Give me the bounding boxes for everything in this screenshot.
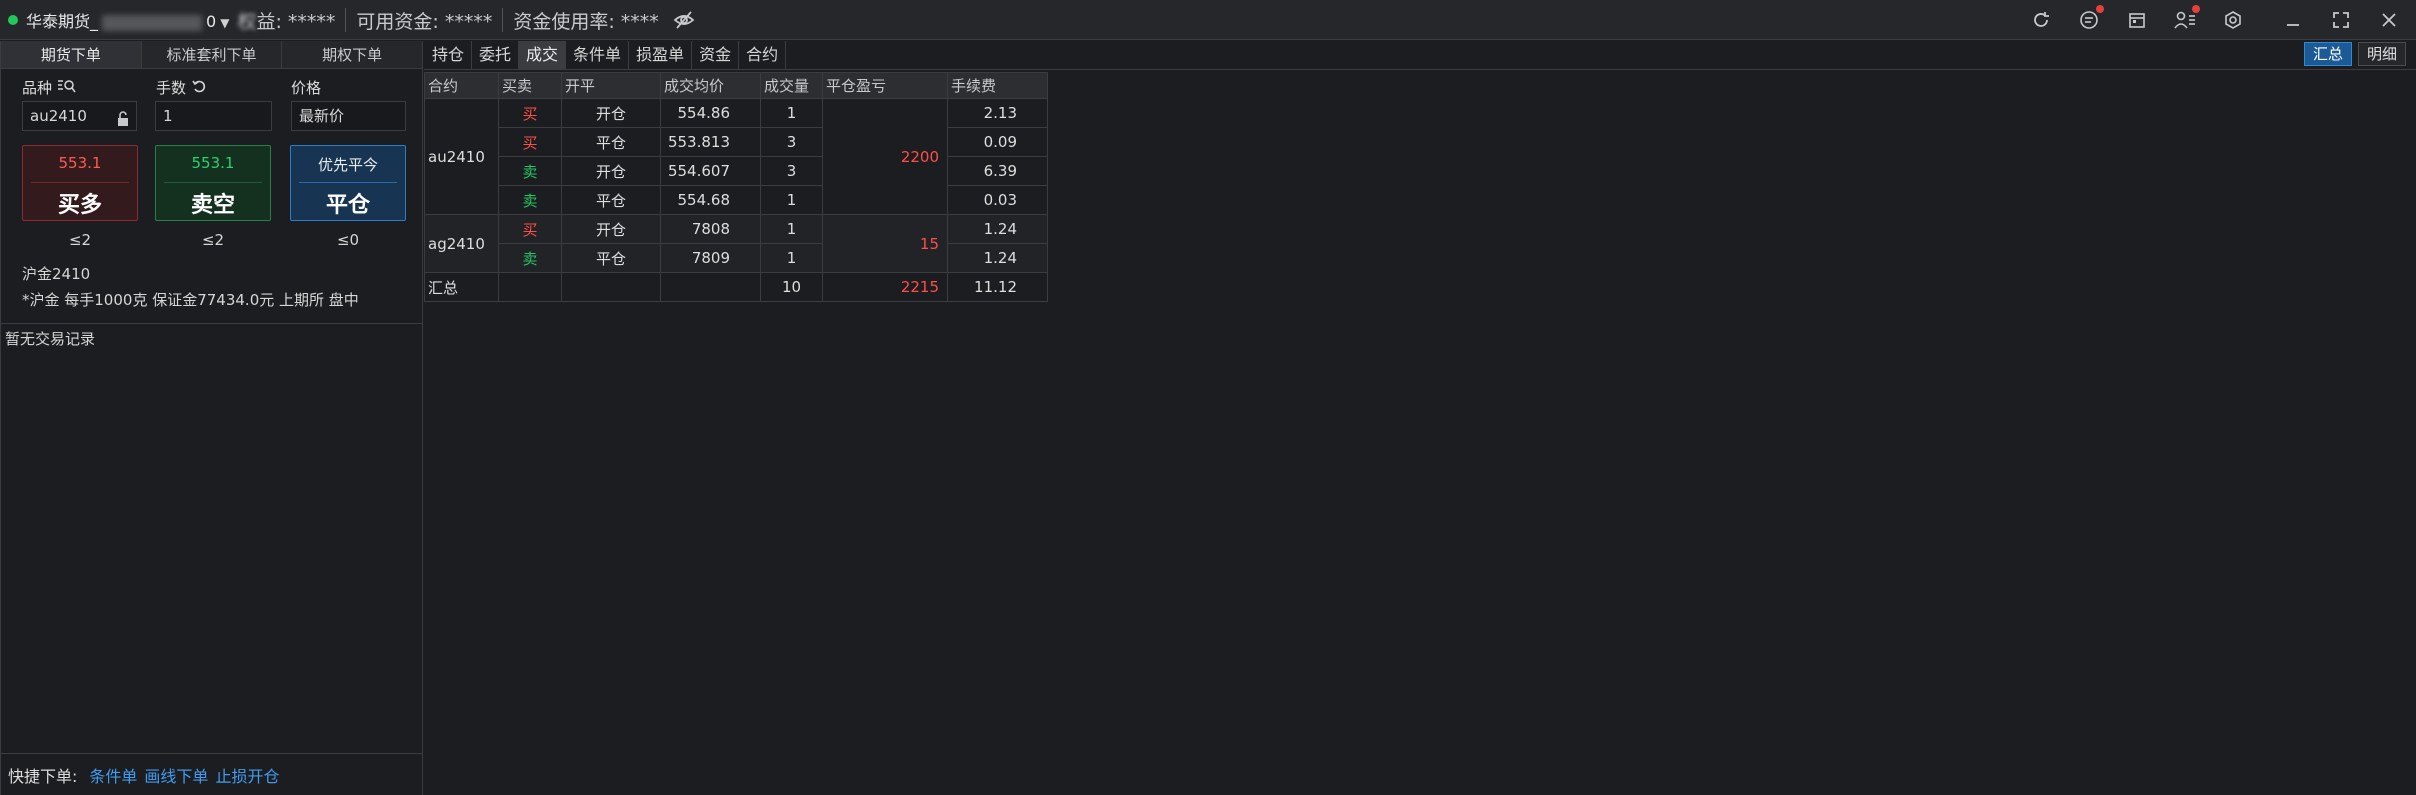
table-row[interactable]: ag2410 买 开仓 7808 1 15 1.24 xyxy=(424,214,1048,273)
buy-limit: ≤2 xyxy=(68,231,92,249)
close-limit: ≤0 xyxy=(336,231,360,249)
connection-status-dot xyxy=(8,15,18,25)
col-contract[interactable]: 合约 xyxy=(424,72,499,99)
available-funds-label: 可用资金: ***** xyxy=(356,10,493,33)
pnl-cell: 2200 xyxy=(822,98,948,215)
sell-limit: ≤2 xyxy=(201,231,225,249)
table-row[interactable]: au2410 买 开仓 554.86 1 2200 2.13 xyxy=(424,98,1048,215)
minimize-icon[interactable] xyxy=(2280,7,2306,33)
conditional-order-link[interactable]: 条件单 xyxy=(89,763,137,787)
fund-usage-label: 资金使用率: **** xyxy=(513,10,659,33)
col-open-close[interactable]: 开平 xyxy=(561,72,661,99)
fullscreen-icon[interactable] xyxy=(2328,7,2354,33)
tab-orders[interactable]: 委托 xyxy=(472,41,520,69)
search-icon[interactable] xyxy=(57,78,77,98)
price-input[interactable]: 最新价 xyxy=(291,101,406,131)
unlock-icon[interactable] xyxy=(116,108,130,136)
hide-eye-icon[interactable] xyxy=(673,9,695,31)
line-order-link[interactable]: 画线下单 xyxy=(144,763,208,787)
no-record-text: 暂无交易记录 xyxy=(5,330,96,348)
tab-spread-order[interactable]: 标准套利下单 xyxy=(141,41,283,68)
buy-long-button[interactable]: 553.1 买多 xyxy=(22,145,138,221)
summary-row[interactable]: 汇总 10 2215 11.12 xyxy=(424,272,1048,302)
col-fee[interactable]: 手续费 xyxy=(947,72,1048,99)
symbol-input[interactable]: au2410 xyxy=(22,101,137,131)
account-selector[interactable]: 华泰期货_ 0 ▼ xyxy=(26,8,229,32)
refresh-icon[interactable] xyxy=(2028,7,2054,33)
table-header-row: 合约 买卖 开平 成交均价 成交量 平仓盈亏 手续费 xyxy=(424,72,1048,99)
col-close-pnl[interactable]: 平仓盈亏 xyxy=(822,72,948,99)
table-row[interactable]: 卖 平仓 554.68 1 0.03 xyxy=(425,185,1048,215)
table-row[interactable]: 买 平仓 553.813 3 0.09 xyxy=(425,127,1048,157)
tab-stop-profit[interactable]: 损盈单 xyxy=(629,41,693,69)
col-avg-price[interactable]: 成交均价 xyxy=(660,72,761,99)
quick-order-label: 快捷下单: xyxy=(8,766,78,786)
pnl-cell: 15 xyxy=(822,214,948,273)
settings-icon[interactable] xyxy=(2220,7,2246,33)
trades-table: 合约 买卖 开平 成交均价 成交量 平仓盈亏 手续费 au2410 买 开仓 5… xyxy=(424,72,1048,302)
close-position-button[interactable]: 优先平今 平仓 xyxy=(290,145,406,221)
title-bar: 华泰期货_ 0 ▼ 权益: ***** 可用资金: ***** 资金使用率: ***… xyxy=(0,0,2416,40)
order-panel: 期货下单 标准套利下单 期权下单 品种 手数 价格 au2410 1 最新价 5… xyxy=(0,41,423,795)
table-row[interactable]: 卖 开仓 554.607 3 6.39 xyxy=(425,156,1048,186)
tab-futures-order[interactable]: 期货下单 xyxy=(1,41,142,68)
tab-positions[interactable]: 持仓 xyxy=(425,41,473,69)
col-qty[interactable]: 成交量 xyxy=(760,72,823,99)
message-icon[interactable] xyxy=(2076,5,2104,33)
price-label: 价格 xyxy=(291,79,322,97)
record-tabs: 持仓 委托 成交 条件单 损盈单 资金 合约 xyxy=(425,41,787,69)
qty-input[interactable]: 1 xyxy=(155,101,272,131)
tab-contracts[interactable]: 合约 xyxy=(739,41,787,69)
contract-name: 沪金2410 xyxy=(22,265,91,283)
tab-funds[interactable]: 资金 xyxy=(692,41,740,69)
tab-options-order[interactable]: 期权下单 xyxy=(282,41,423,68)
contract-cell: au2410 xyxy=(424,98,499,215)
summary-view-button[interactable]: 汇总 xyxy=(2303,42,2352,66)
calendar-icon[interactable] xyxy=(2124,7,2150,33)
user-list-icon[interactable] xyxy=(2172,5,2200,33)
contract-cell: ag2410 xyxy=(424,214,499,273)
tab-trades[interactable]: 成交 xyxy=(519,41,567,69)
equity-label: 权益: ***** xyxy=(237,10,336,33)
symbol-label: 品种 xyxy=(22,79,53,97)
tab-conditional[interactable]: 条件单 xyxy=(566,41,630,69)
close-icon[interactable] xyxy=(2376,7,2402,33)
undo-icon[interactable] xyxy=(191,78,207,98)
qty-label: 手数 xyxy=(156,79,187,97)
col-side[interactable]: 买卖 xyxy=(498,72,562,99)
detail-view-button[interactable]: 明细 xyxy=(2357,42,2406,66)
chevron-down-icon: ▼ xyxy=(220,16,230,30)
quick-order-bar: 快捷下单: 条件单 画线下单 止损开仓 xyxy=(1,753,423,795)
table-row[interactable]: 卖 平仓 7809 1 1.24 xyxy=(425,243,1048,273)
sell-short-button[interactable]: 553.1 卖空 xyxy=(155,145,271,221)
contract-info: *沪金 每手1000克 保证金77434.0元 上期所 盘中 xyxy=(22,291,359,309)
stop-open-link[interactable]: 止损开仓 xyxy=(215,763,279,787)
